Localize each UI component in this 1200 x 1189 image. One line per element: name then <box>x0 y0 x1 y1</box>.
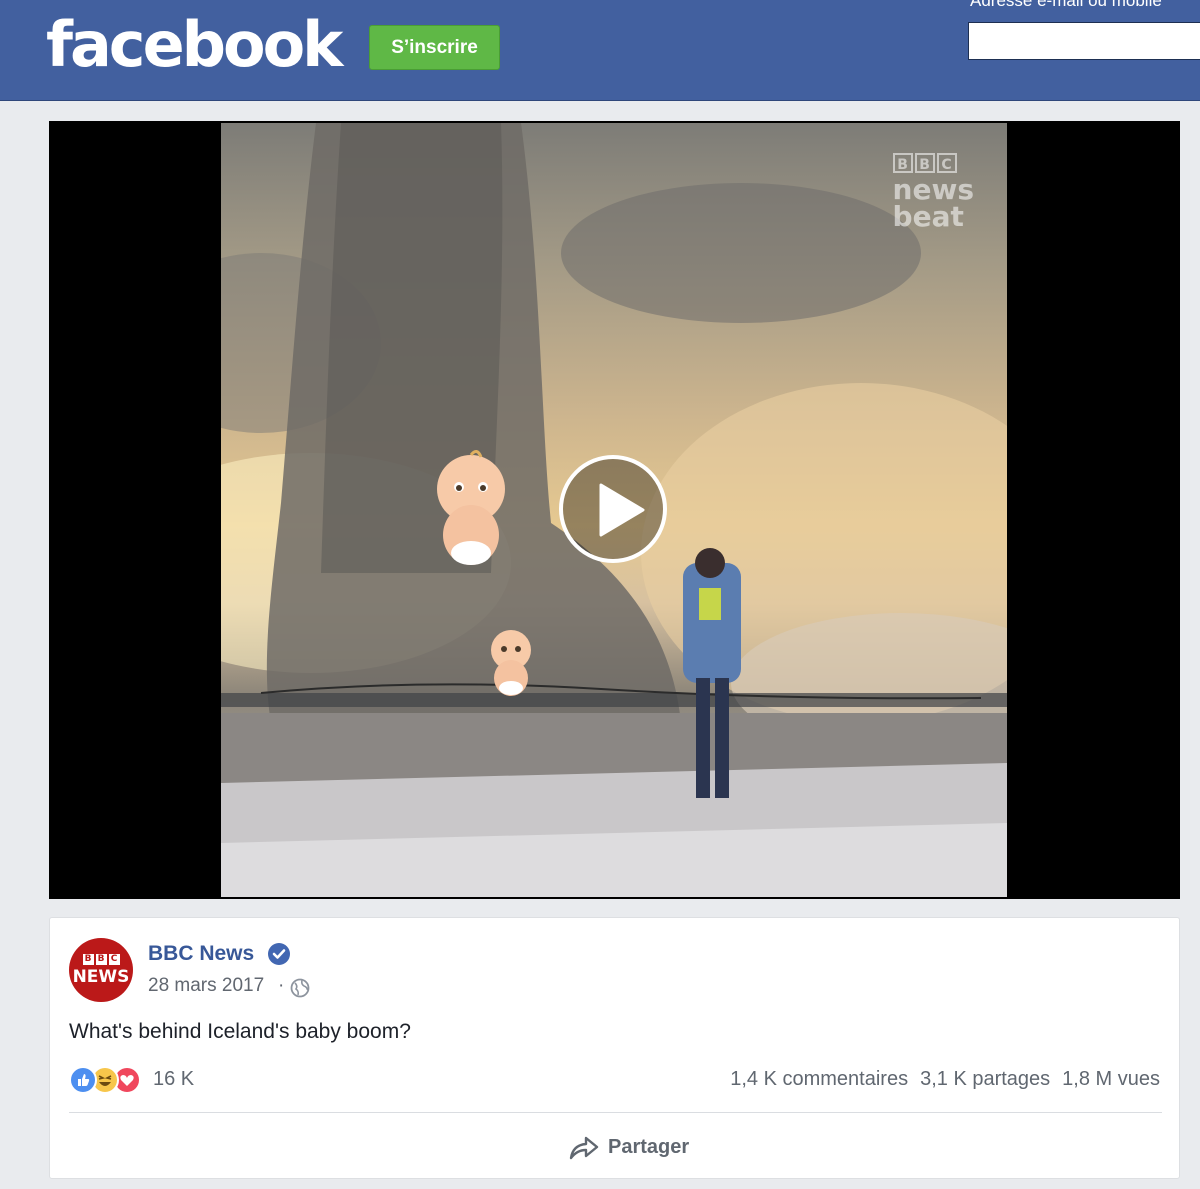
bbc-newsbeat-watermark: B B C news beat <box>892 153 974 233</box>
verified-badge-icon <box>268 943 290 965</box>
like-icon <box>69 1066 97 1094</box>
post-card: B B C NEWS BBC News 28 mars 2017 · What'… <box>49 917 1180 1179</box>
shares-count[interactable]: 3,1 K partages <box>920 1068 1050 1091</box>
post-stats: 1,4 K commentaires 3,1 K partages 1,8 M … <box>730 1068 1160 1091</box>
action-divider <box>69 1112 1162 1113</box>
video-player[interactable]: B B C news beat <box>49 121 1180 899</box>
play-icon <box>599 483 645 537</box>
watermark-news: news <box>892 173 974 206</box>
reaction-count: 16 K <box>153 1068 195 1090</box>
avatar-letter: C <box>108 953 120 965</box>
share-arrow-icon <box>569 1136 599 1160</box>
facebook-logo[interactable]: facebook <box>46 5 343 85</box>
avatar-news-text: NEWS <box>72 966 130 987</box>
video-frame: B B C news beat <box>221 123 1007 897</box>
date-separator: · <box>278 975 285 996</box>
watermark-beat: beat <box>892 200 964 233</box>
page-name-link[interactable]: BBC News <box>148 942 254 966</box>
email-label: Adresse e-mail ou mobile <box>970 0 1162 10</box>
page-avatar[interactable]: B B C NEWS <box>69 938 133 1002</box>
watermark-letter: C <box>936 153 957 173</box>
post-text: What's behind Iceland's baby boom? <box>69 1020 411 1043</box>
share-label: Partager <box>608 1135 690 1158</box>
top-bar: facebook S’inscrire Adresse e-mail ou mo… <box>0 0 1200 101</box>
comments-count[interactable]: 1,4 K commentaires <box>730 1068 908 1091</box>
views-count: 1,8 M vues <box>1062 1068 1160 1090</box>
post-date[interactable]: 28 mars 2017 <box>148 975 264 997</box>
avatar-letter: B <box>95 953 107 965</box>
email-input[interactable] <box>968 22 1200 60</box>
avatar-letter: B <box>82 953 94 965</box>
watermark-letter: B <box>892 153 913 173</box>
play-button[interactable] <box>559 455 667 563</box>
globe-icon <box>290 978 310 998</box>
share-button[interactable]: Partager <box>568 1130 689 1164</box>
signup-button[interactable]: S’inscrire <box>369 25 500 70</box>
watermark-letter: B <box>914 153 935 173</box>
